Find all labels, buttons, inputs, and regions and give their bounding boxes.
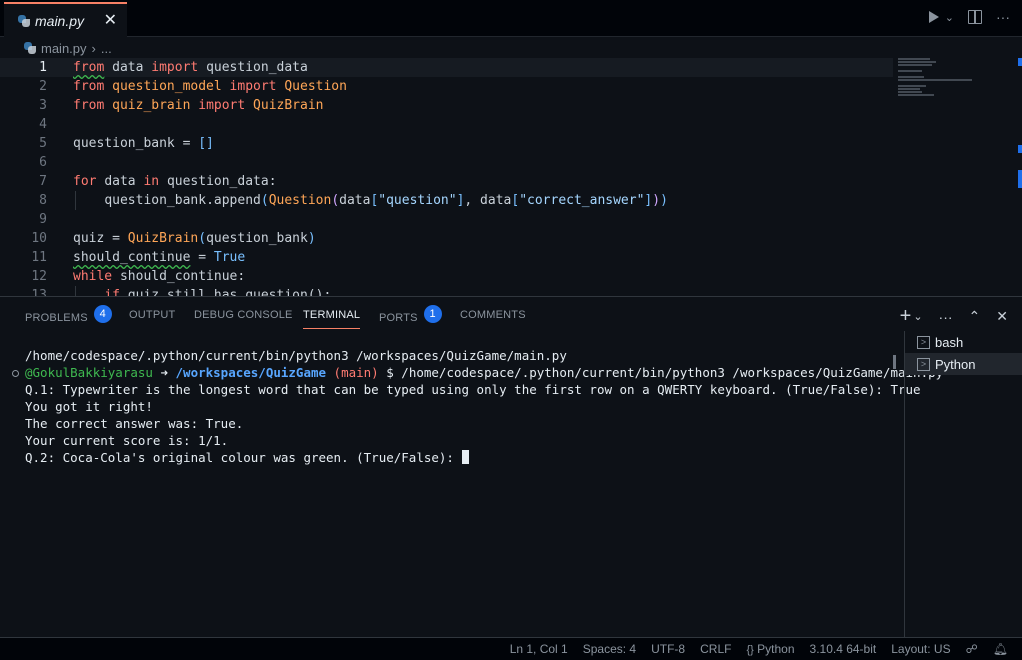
terminal-list: > bash > Python — [904, 331, 1022, 638]
language-mode[interactable]: {} Python — [746, 642, 794, 656]
line-number: 5 — [39, 136, 47, 151]
terminal-dropdown-icon[interactable]: ⌄ — [913, 310, 922, 323]
breadcrumb-separator: › — [91, 40, 96, 56]
tab-ports[interactable]: PORTS 1 — [379, 305, 442, 327]
status-bar: Ln 1, Col 1 Spaces: 4 UTF-8 CRLF {} Pyth… — [0, 637, 1022, 660]
tab-label: main.py — [35, 12, 85, 29]
problems-badge: 4 — [93, 305, 112, 323]
feedback-icon[interactable]: ☍ — [966, 642, 978, 656]
line-number: 8 — [39, 193, 47, 208]
line-number: 3 — [39, 98, 47, 113]
editor-actions: ⌄ ··· — [928, 9, 1010, 25]
breadcrumb-file[interactable]: main.py — [41, 41, 87, 56]
tab-debug-console[interactable]: DEBUG CONSOLE — [194, 309, 293, 321]
maximize-panel-icon[interactable]: ⌃ — [969, 308, 981, 325]
terminal-output[interactable]: /home/codespace/.python/current/bin/pyth… — [25, 347, 944, 466]
braces-icon: {} — [746, 644, 754, 656]
line-number: 9 — [39, 212, 47, 227]
terminal-prompt-line: @GokulBakkiyarasu ➜ /workspaces/QuizGame… — [25, 365, 944, 380]
run-dropdown-icon[interactable]: ⌄ — [945, 11, 954, 24]
tab-problems[interactable]: PROBLEMS 4 — [25, 305, 112, 327]
bottom-panel: PROBLEMS 4 OUTPUT DEBUG CONSOLE TERMINAL … — [0, 296, 1022, 638]
code-editor[interactable]: 1 2 3 4 5 6 7 8 9 10 11 12 13 from data … — [0, 58, 1022, 296]
more-actions-icon[interactable]: ··· — [996, 9, 1010, 25]
terminal-line: Your current score is: 1/1. — [25, 433, 229, 448]
line-ending[interactable]: CRLF — [700, 642, 731, 656]
run-icon[interactable] — [928, 11, 939, 23]
terminal-item-python[interactable]: > Python — [905, 353, 1022, 375]
tab-terminal[interactable]: TERMINAL — [303, 309, 361, 329]
scrollbar-marker — [1018, 58, 1022, 66]
scrollbar-marker — [1018, 170, 1022, 188]
terminal-icon: > — [917, 357, 930, 371]
code-line-12: while should_continue: — [73, 269, 246, 284]
split-editor-icon[interactable] — [968, 10, 982, 24]
indentation[interactable]: Spaces: 4 — [583, 642, 636, 656]
line-number: 2 — [39, 79, 47, 94]
code-line-8: question_bank.append(Question(data["ques… — [104, 193, 668, 208]
code-line-1: from data import question_data — [73, 60, 308, 75]
terminal-line: The correct answer was: True. — [25, 416, 244, 431]
close-tab-icon[interactable]: ✕ — [104, 10, 117, 30]
line-number: 4 — [39, 117, 47, 132]
code-line-13: if quiz.still_has_question(): — [104, 288, 332, 296]
minimap[interactable] — [898, 58, 1008, 108]
terminal-line: You got it right! — [25, 399, 153, 414]
terminal-icon: > — [917, 335, 930, 349]
line-number: 7 — [39, 174, 47, 189]
command-decoration-icon[interactable] — [12, 370, 19, 377]
notifications-bell-icon[interactable]: 🔔︎ — [993, 642, 1008, 656]
cursor-position[interactable]: Ln 1, Col 1 — [510, 642, 568, 656]
python-interpreter[interactable]: 3.10.4 64-bit — [810, 642, 877, 656]
code-line-2: from question_model import Question — [73, 79, 347, 94]
line-number: 6 — [39, 155, 47, 170]
code-line-7: for data in question_data: — [73, 174, 277, 189]
keyboard-layout[interactable]: Layout: US — [891, 642, 950, 656]
code-line-3: from quiz_brain import QuizBrain — [73, 98, 324, 113]
code-line-5: question_bank = [] — [73, 136, 214, 151]
new-terminal-icon[interactable]: + — [900, 305, 912, 328]
ports-badge: 1 — [423, 305, 442, 323]
panel-tabs: PROBLEMS 4 OUTPUT DEBUG CONSOLE TERMINAL … — [0, 297, 1022, 333]
code-line-10: quiz = QuizBrain(question_bank) — [73, 231, 316, 246]
terminal-line: /home/codespace/.python/current/bin/pyth… — [25, 348, 567, 363]
tab-main-py[interactable]: main.py ✕ — [4, 2, 127, 37]
terminal-line: Q.1: Typewriter is the longest word that… — [25, 382, 921, 397]
close-panel-icon[interactable]: ✕ — [996, 308, 1008, 325]
terminal-cursor — [461, 450, 469, 464]
terminal-item-bash[interactable]: > bash — [905, 331, 1022, 353]
breadcrumb: main.py › ... — [24, 38, 112, 58]
editor-tab-bar: main.py ✕ ⌄ ··· — [0, 0, 1022, 37]
line-number: 10 — [31, 231, 47, 246]
tab-output[interactable]: OUTPUT — [129, 309, 175, 321]
tab-comments[interactable]: COMMENTS — [460, 309, 526, 321]
breadcrumb-more[interactable]: ... — [101, 41, 112, 56]
panel-actions: + ⌄ ··· ⌃ ✕ — [900, 305, 1008, 328]
encoding[interactable]: UTF-8 — [651, 642, 685, 656]
terminal-input-line: Q.2: Coca-Cola's original colour was gre… — [25, 449, 890, 466]
python-file-icon — [24, 42, 36, 54]
line-number: 11 — [31, 250, 47, 265]
code-line-11: should_continue = True — [73, 250, 246, 265]
line-number: 1 — [39, 60, 47, 75]
python-file-icon — [18, 14, 30, 27]
more-actions-icon[interactable]: ··· — [939, 309, 953, 325]
scrollbar-marker — [1018, 145, 1022, 153]
line-number: 12 — [31, 269, 47, 284]
line-number: 13 — [31, 288, 47, 296]
